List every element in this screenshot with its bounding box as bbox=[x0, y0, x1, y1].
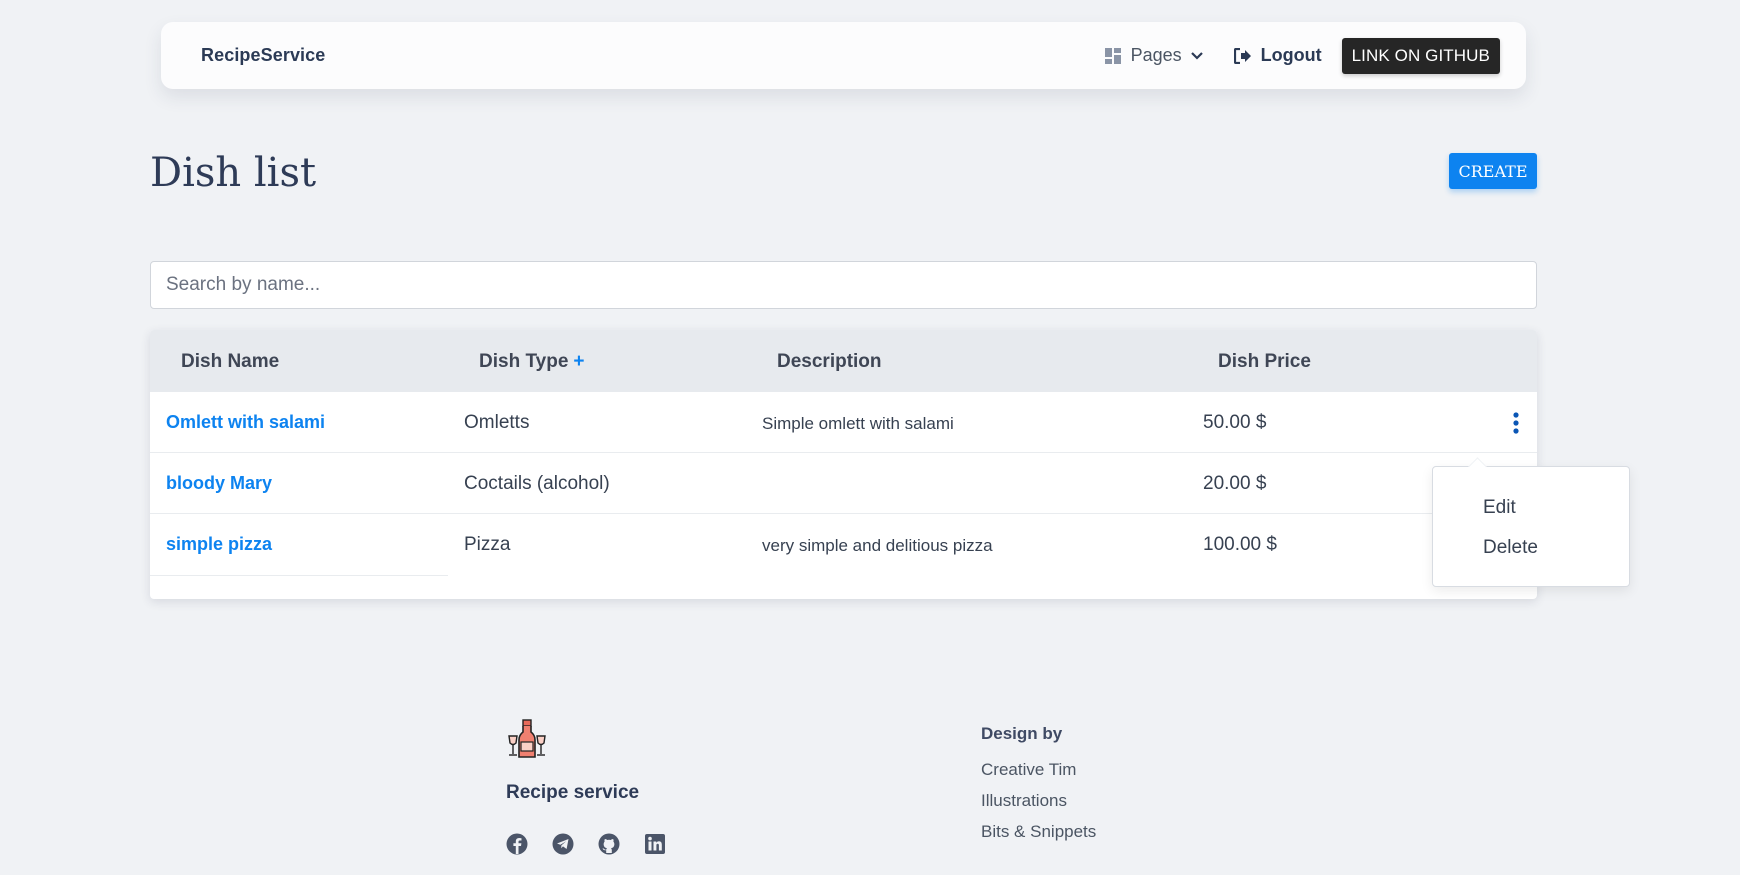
sort-indicator[interactable]: + bbox=[573, 351, 584, 372]
chevron-down-icon bbox=[1190, 51, 1203, 60]
column-header-dish-name[interactable]: Dish Name bbox=[181, 351, 279, 373]
brand-link[interactable]: RecipeService bbox=[201, 45, 325, 66]
social-links bbox=[506, 833, 690, 855]
column-header-dish-price[interactable]: Dish Price bbox=[1218, 351, 1311, 373]
column-header-description[interactable]: Description bbox=[777, 351, 882, 373]
dish-price-cell: 100.00 $ bbox=[1203, 534, 1277, 555]
dish-name-link[interactable]: simple pizza bbox=[166, 534, 272, 555]
table-row: bloody Mary Coctails (alcohol) 20.00 $ bbox=[150, 453, 1537, 514]
dish-type-cell: Coctails (alcohol) bbox=[464, 473, 610, 494]
row-divider bbox=[150, 575, 448, 576]
footer-link-creative-tim[interactable]: Creative Tim bbox=[981, 760, 1076, 780]
github-link-button[interactable]: LINK ON GITHUB bbox=[1341, 37, 1500, 74]
dashboard-icon bbox=[1104, 47, 1121, 64]
dish-table: Dish Name Dish Type + Description Dish Pr… bbox=[150, 330, 1537, 599]
delete-menu-item[interactable]: Delete bbox=[1483, 537, 1538, 559]
nav-right: Pages Logout LINK ON GITHUB bbox=[1104, 37, 1500, 74]
row-actions-menu: Edit Delete bbox=[1432, 466, 1630, 587]
edit-menu-item[interactable]: Edit bbox=[1483, 497, 1516, 519]
logout-button[interactable]: Logout bbox=[1233, 45, 1322, 66]
column-header-dish-type[interactable]: Dish Type + bbox=[479, 351, 585, 373]
dish-name-link[interactable]: Omlett with salami bbox=[166, 412, 325, 433]
telegram-icon[interactable] bbox=[552, 833, 574, 855]
footer-link-illustrations[interactable]: Illustrations bbox=[981, 791, 1067, 811]
dish-price-cell: 50.00 $ bbox=[1203, 412, 1267, 433]
navbar: RecipeService Pages Logout LINK ON GITHU… bbox=[161, 22, 1526, 89]
page-title: Dish list bbox=[150, 150, 317, 196]
pages-label: Pages bbox=[1130, 45, 1182, 65]
dish-type-cell: Pizza bbox=[464, 534, 511, 555]
dish-type-cell: Omletts bbox=[464, 412, 530, 433]
dish-price-cell: 20.00 $ bbox=[1203, 473, 1267, 494]
table-header: Dish Name Dish Type + Description Dish Pr… bbox=[150, 330, 1537, 392]
wine-bottle-logo bbox=[508, 719, 546, 758]
table-row: Omlett with salami Omletts Simple omlett… bbox=[150, 392, 1537, 453]
logout-icon bbox=[1233, 47, 1251, 64]
logout-label: Logout bbox=[1260, 45, 1322, 65]
footer-brand: Recipe service bbox=[506, 782, 640, 803]
dish-description-cell: very simple and delitious pizza bbox=[762, 536, 993, 555]
pages-dropdown[interactable]: Pages bbox=[1104, 45, 1204, 66]
dish-name-link[interactable]: bloody Mary bbox=[166, 473, 272, 494]
facebook-icon[interactable] bbox=[506, 833, 528, 855]
footer-link-bits-snippets[interactable]: Bits & Snippets bbox=[981, 822, 1096, 842]
dish-description-cell: Simple omlett with salami bbox=[762, 414, 954, 433]
more-options-icon[interactable] bbox=[1512, 412, 1520, 434]
search-input[interactable] bbox=[150, 261, 1537, 309]
footer-design-heading: Design by bbox=[981, 724, 1063, 743]
linkedin-icon[interactable] bbox=[644, 833, 666, 855]
github-icon[interactable] bbox=[598, 833, 620, 855]
create-button[interactable]: CREATE bbox=[1449, 153, 1537, 189]
table-row: simple pizza Pizza very simple and delit… bbox=[150, 514, 1537, 576]
